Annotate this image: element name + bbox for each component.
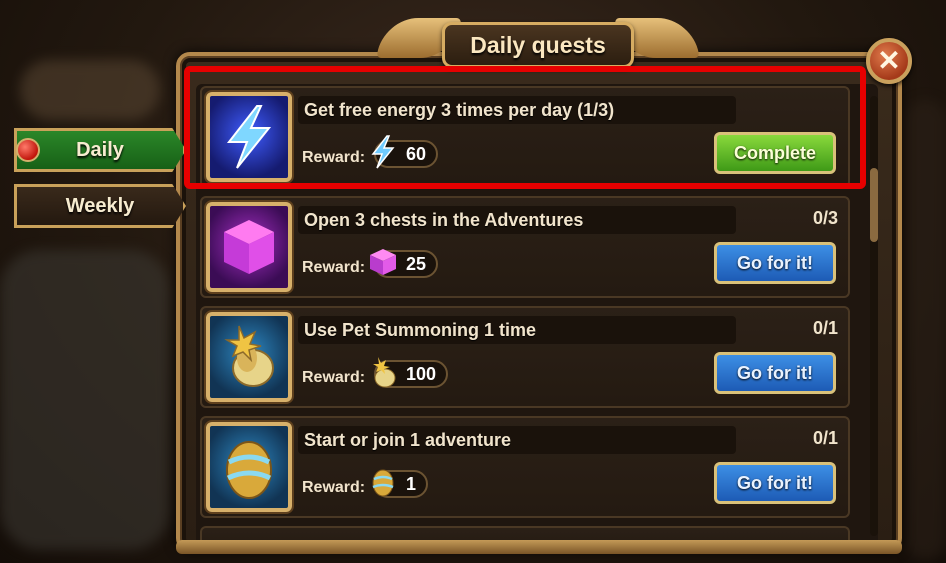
quest-progress: 0/1 — [812, 318, 838, 338]
quest-row: Start or join 1 adventure 0/1 Reward: 1 … — [200, 416, 850, 518]
reward-label: Reward: — [302, 479, 366, 496]
quest-row: Open 3 chests in the Adventures 0/3 Rewa… — [200, 196, 850, 298]
background-blur — [0, 250, 170, 550]
tab-daily-label: Daily — [76, 138, 124, 161]
notification-dot-icon — [16, 138, 40, 162]
reward-amount-value: 25 — [406, 253, 427, 274]
frame-bottom-border — [176, 540, 902, 554]
background-blur — [20, 60, 160, 120]
quest-title: Use Pet Summoning 1 time — [298, 316, 736, 344]
background-blur — [905, 100, 946, 560]
tab-weekly-label: Weekly — [65, 194, 135, 217]
quest-title: Start or join 1 adventure — [298, 426, 736, 454]
quest-row: Use Pet Summoning 1 time 0/1 Reward: 100… — [200, 306, 850, 408]
reward-amount-value: 100 — [406, 363, 437, 384]
reward-label: Reward: — [302, 369, 366, 386]
pet-egg-icon — [206, 312, 292, 402]
quest-progress: 0/3 — [812, 208, 838, 228]
pet-egg-icon — [366, 354, 400, 390]
crystal-cube-icon — [206, 202, 292, 292]
close-button[interactable]: ✕ — [866, 38, 912, 84]
gem-icon — [366, 244, 400, 280]
highlight-box — [184, 66, 866, 189]
egg-icon — [366, 464, 400, 500]
reward-amount-value: 1 — [406, 473, 417, 494]
go-for-it-button[interactable]: Go for it! — [714, 462, 836, 504]
page-title: Daily quests — [470, 31, 606, 58]
quest-title: Open 3 chests in the Adventures — [298, 206, 736, 234]
title-plate: Daily quests — [442, 22, 634, 68]
scrollbar-track[interactable] — [870, 96, 878, 536]
go-for-it-button[interactable]: Go for it! — [714, 242, 836, 284]
quest-progress: 0/1 — [812, 428, 838, 448]
scrollbar-thumb[interactable] — [870, 168, 878, 242]
go-for-it-button[interactable]: Go for it! — [714, 352, 836, 394]
golden-egg-icon — [206, 422, 292, 512]
tab-weekly[interactable]: Weekly — [14, 184, 186, 228]
reward-label: Reward: — [302, 259, 366, 276]
close-icon: ✕ — [877, 45, 901, 76]
